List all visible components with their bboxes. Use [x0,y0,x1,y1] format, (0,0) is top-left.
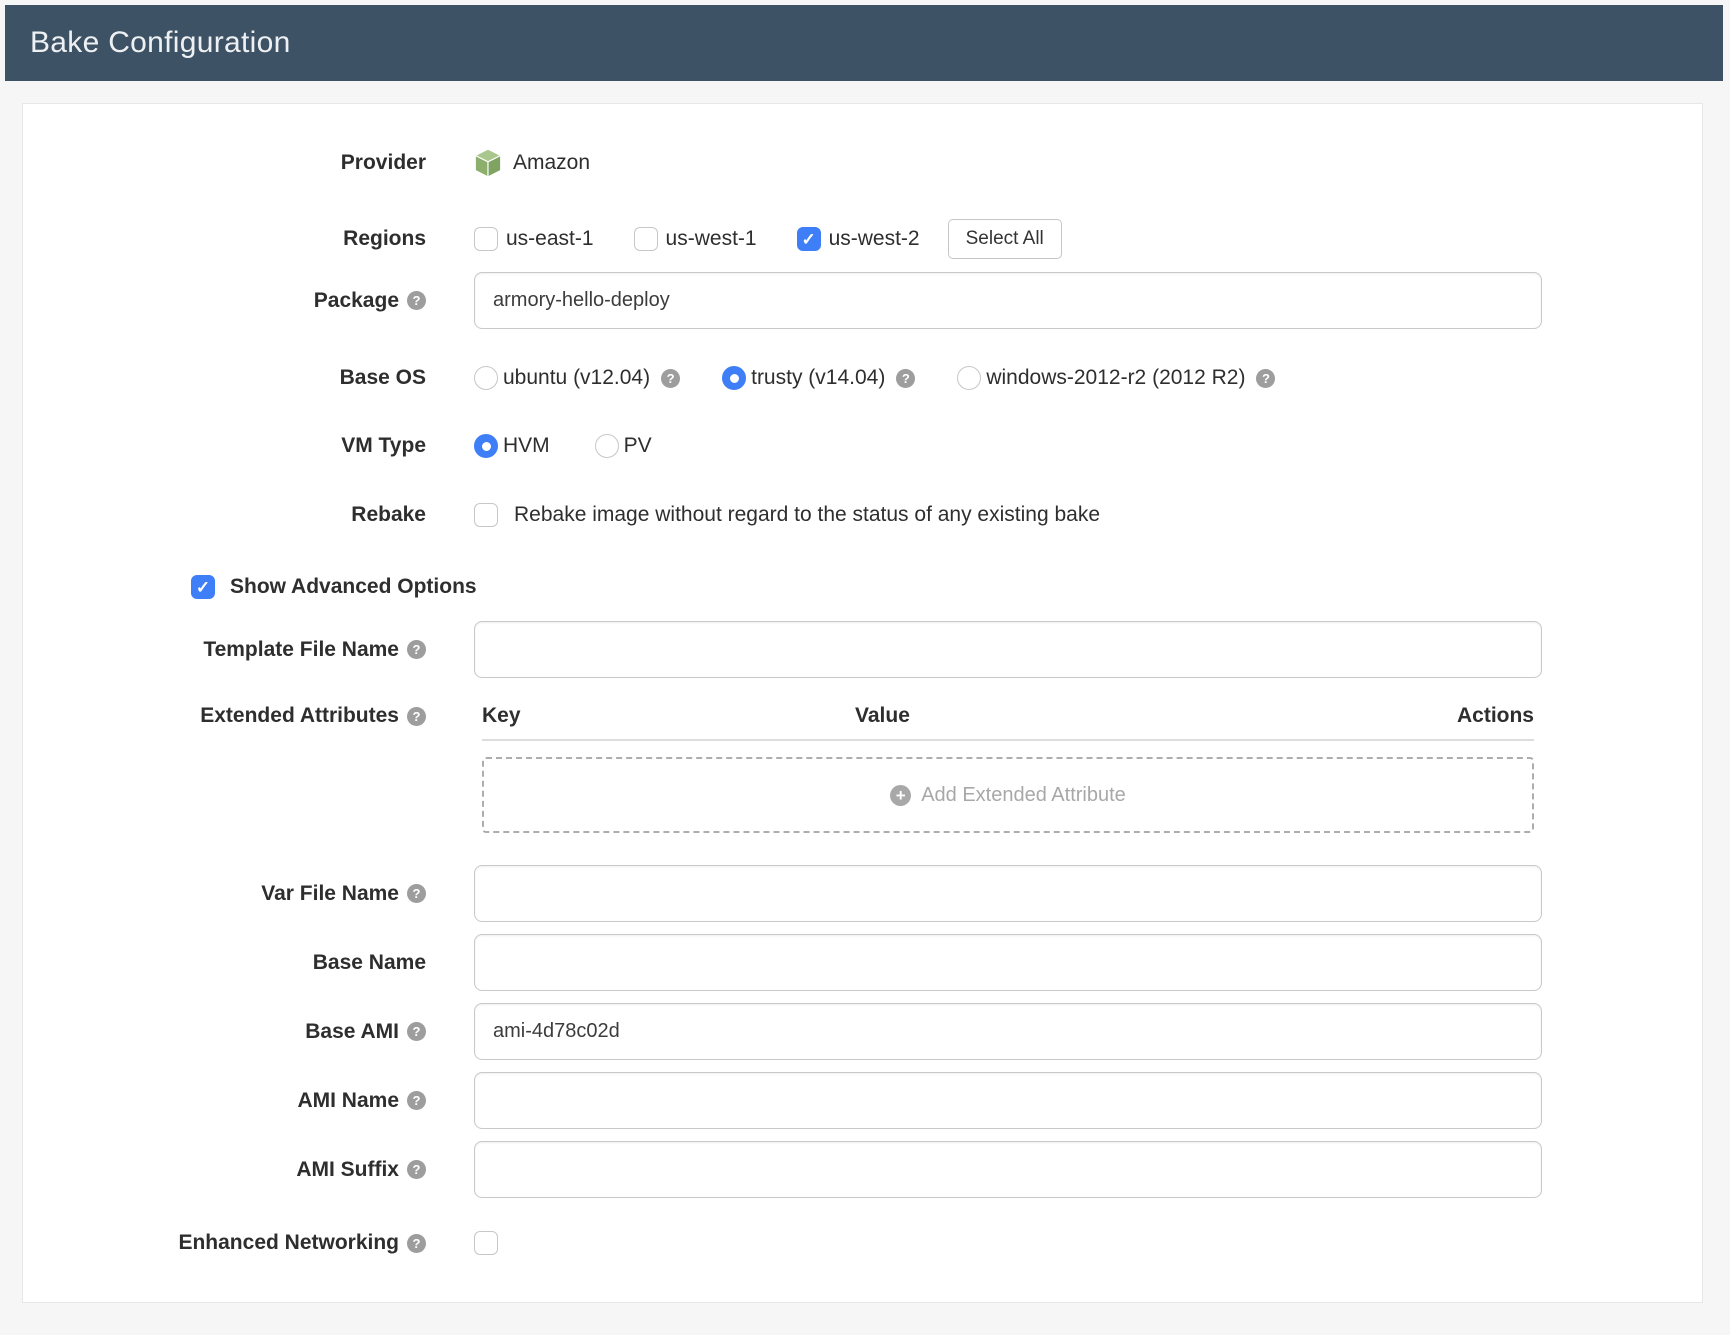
template-file-name-input[interactable] [474,621,1542,678]
show-advanced-options-checkbox[interactable] [191,575,215,599]
question-circle-icon[interactable]: ? [407,1091,426,1110]
vm-type-option-label[interactable]: HVM [503,434,550,458]
base-os-radio-ubuntu[interactable] [474,366,498,390]
vm-type-option-label[interactable]: PV [624,434,652,458]
vm-type-label: VM Type [341,434,426,458]
rebake-label: Rebake [351,503,426,527]
var-file-name-input[interactable] [474,865,1542,922]
column-header-key: Key [482,704,855,728]
extended-attributes-label: Extended Attributes [200,704,399,728]
region-option-label[interactable]: us-east-1 [506,227,594,251]
base-os-row: Base OS ubuntu (v12.04) ? trusty (v14.04… [23,355,1702,401]
question-circle-icon[interactable]: ? [407,1160,426,1179]
ami-suffix-input[interactable] [474,1141,1542,1198]
plus-circle-icon: + [890,785,911,806]
region-option-us-east-1: us-east-1 [474,227,594,251]
enhanced-networking-row: Enhanced Networking ? [23,1220,1702,1266]
vm-type-row: VM Type HVM PV [23,423,1702,469]
rebake-row: Rebake Rebake image without regard to th… [23,492,1702,538]
provider-value: Amazon [474,148,590,178]
region-option-label[interactable]: us-west-1 [666,227,757,251]
base-ami-label: Base AMI [305,1020,399,1044]
question-circle-icon[interactable]: ? [407,640,426,659]
vm-type-option-hvm: HVM [474,434,550,458]
region-checkbox-us-east-1[interactable] [474,227,498,251]
vm-type-option-pv: PV [595,434,652,458]
enhanced-networking-label: Enhanced Networking [178,1231,399,1255]
base-os-radio-trusty[interactable] [722,366,746,390]
package-row: Package ? [23,272,1702,329]
question-circle-icon[interactable]: ? [896,369,915,388]
template-file-name-row: Template File Name ? [23,621,1702,678]
base-os-label: Base OS [340,366,426,390]
base-name-row: Base Name [23,934,1702,991]
provider-name: Amazon [513,151,590,175]
provider-label: Provider [341,151,426,175]
question-circle-icon[interactable]: ? [407,707,426,726]
template-file-name-label: Template File Name [203,638,399,662]
ami-suffix-label: AMI Suffix [296,1158,399,1182]
var-file-name-label: Var File Name [261,882,399,906]
add-extended-attribute-button[interactable]: + Add Extended Attribute [482,757,1534,833]
table-header-divider [482,739,1534,741]
region-checkbox-us-west-2[interactable] [797,227,821,251]
var-file-name-row: Var File Name ? [23,865,1702,922]
ami-suffix-row: AMI Suffix ? [23,1141,1702,1198]
page-header: Bake Configuration [5,5,1723,81]
ami-name-input[interactable] [474,1072,1542,1129]
regions-row: Regions us-east-1 us-west-1 us-west-2 Se… [23,216,1702,262]
question-circle-icon[interactable]: ? [661,369,680,388]
regions-label: Regions [343,227,426,251]
base-ami-row: Base AMI ? [23,1003,1702,1060]
base-os-radio-windows[interactable] [957,366,981,390]
extended-attributes-row: Extended Attributes ? Key Value Actions … [23,693,1702,833]
question-circle-icon[interactable]: ? [407,1234,426,1253]
aws-cube-icon [474,148,502,178]
question-circle-icon[interactable]: ? [407,291,426,310]
rebake-checkbox-label[interactable]: Rebake image without regard to the statu… [514,503,1100,527]
bake-configuration-panel: Provider Amazon Regions us-east-1 [22,103,1703,1303]
rebake-checkbox[interactable] [474,503,498,527]
page-title: Bake Configuration [30,26,291,60]
region-option-us-west-2: us-west-2 [797,227,920,251]
base-os-option-label[interactable]: windows-2012-r2 (2012 R2) [986,366,1245,390]
select-all-button[interactable]: Select All [948,219,1062,259]
base-os-option-label[interactable]: trusty (v14.04) [751,366,885,390]
region-option-us-west-1: us-west-1 [634,227,757,251]
base-name-input[interactable] [474,934,1542,991]
base-os-option-windows: windows-2012-r2 (2012 R2) ? [957,366,1275,390]
show-advanced-options-row: Show Advanced Options [23,564,1702,610]
package-label: Package [314,289,399,313]
region-checkbox-us-west-1[interactable] [634,227,658,251]
base-ami-input[interactable] [474,1003,1542,1060]
ami-name-label: AMI Name [297,1089,399,1113]
column-header-value: Value [855,704,1457,728]
vm-type-radio-pv[interactable] [595,434,619,458]
enhanced-networking-checkbox[interactable] [474,1231,498,1255]
package-input[interactable] [474,272,1542,329]
extended-attributes-table-header: Key Value Actions [474,693,1542,739]
base-os-option-label[interactable]: ubuntu (v12.04) [503,366,650,390]
question-circle-icon[interactable]: ? [407,884,426,903]
provider-row: Provider Amazon [23,140,1702,186]
base-os-option-trusty: trusty (v14.04) ? [722,366,915,390]
question-circle-icon[interactable]: ? [407,1022,426,1041]
vm-type-radio-hvm[interactable] [474,434,498,458]
base-name-label: Base Name [313,951,426,975]
ami-name-row: AMI Name ? [23,1072,1702,1129]
region-option-label[interactable]: us-west-2 [829,227,920,251]
base-os-option-ubuntu: ubuntu (v12.04) ? [474,366,680,390]
show-advanced-options-label[interactable]: Show Advanced Options [230,575,477,599]
column-header-actions: Actions [1457,704,1534,728]
question-circle-icon[interactable]: ? [1256,369,1275,388]
add-extended-attribute-label: Add Extended Attribute [921,784,1126,807]
